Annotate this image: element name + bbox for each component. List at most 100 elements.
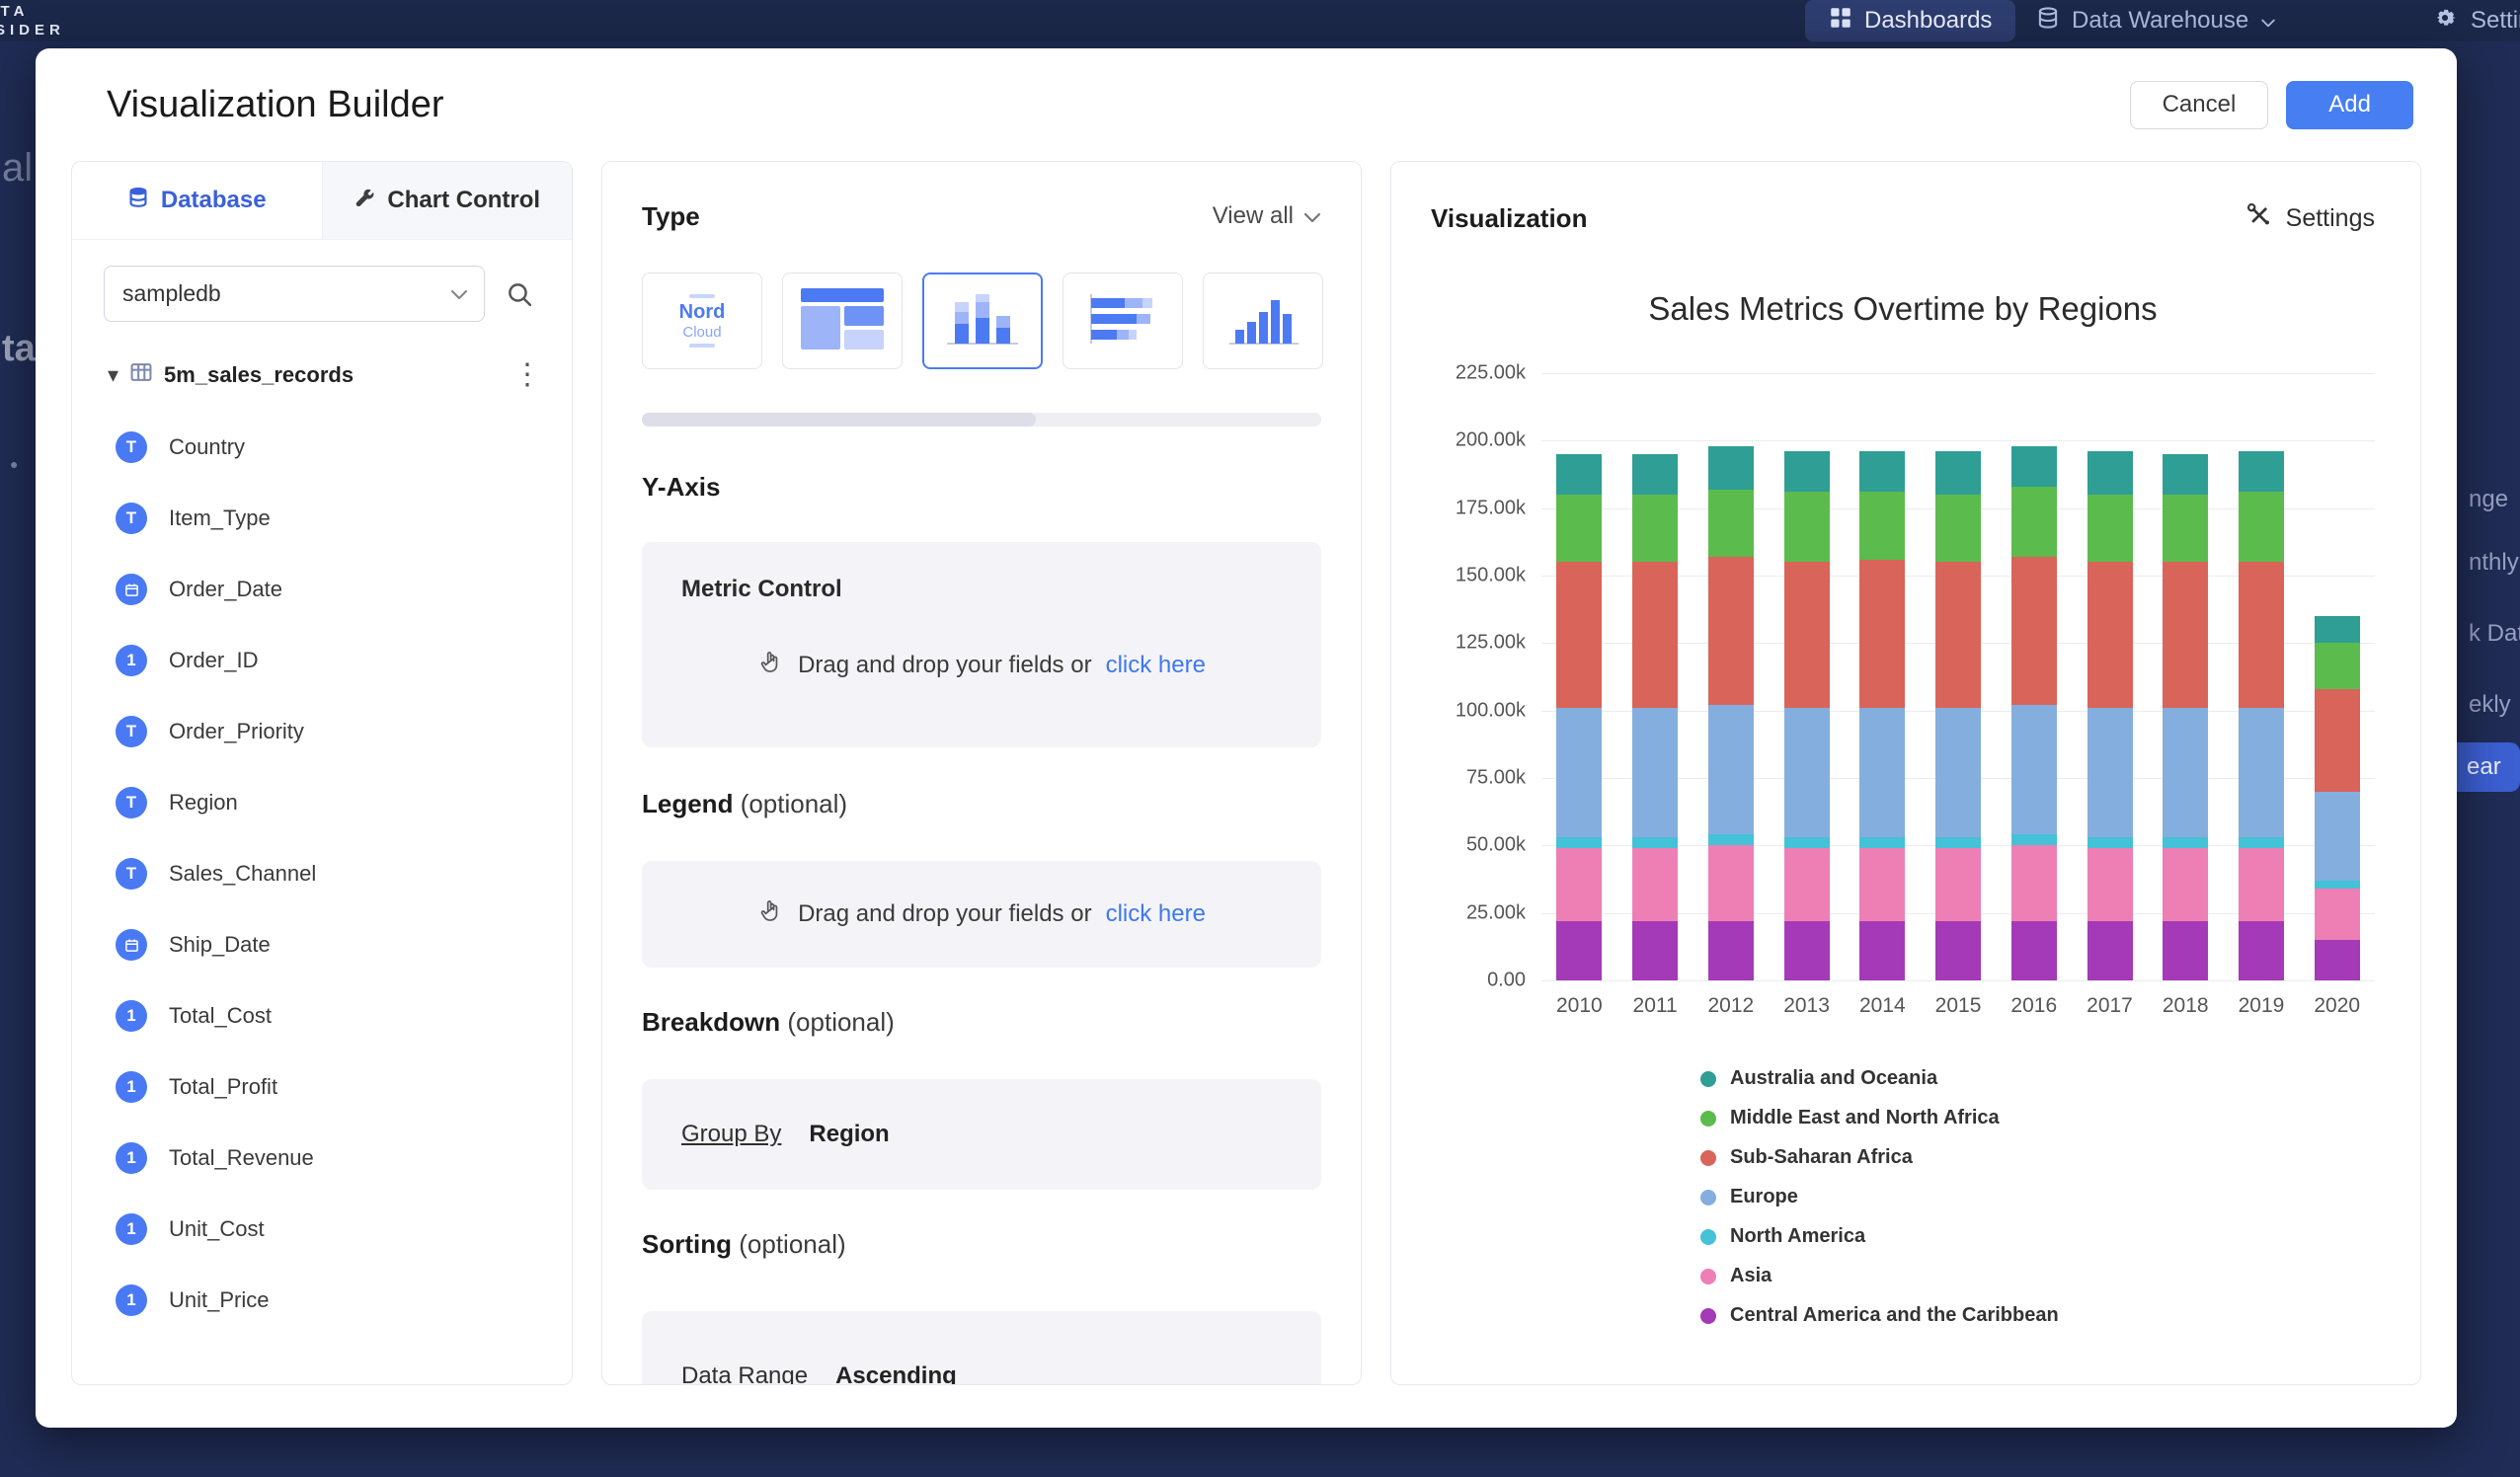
field-label: Total_Cost — [169, 1003, 272, 1029]
sort-direction-value: Ascending — [835, 1362, 957, 1385]
field-row[interactable]: 1 Order_ID — [72, 625, 572, 696]
sort-field-link[interactable]: Data Range — [681, 1362, 808, 1385]
sorting-heading: Sorting (optional) — [642, 1229, 1321, 1260]
tab-database[interactable]: Database — [72, 162, 322, 239]
bar-segment — [2163, 454, 2208, 495]
legend-item[interactable]: Asia — [1700, 1265, 2375, 1287]
bar-segment — [1784, 708, 1830, 837]
bar-segment — [1784, 562, 1830, 708]
background-text-fragment: nthly — [2469, 549, 2519, 577]
field-type-icon: T — [116, 431, 147, 463]
legend-label: Middle East and North Africa — [1730, 1107, 2000, 1129]
field-label: Item_Type — [169, 505, 271, 531]
bar-segment — [1632, 837, 1678, 848]
bar-slot — [1617, 373, 1693, 980]
bar-segment — [1859, 837, 1905, 848]
legend-item[interactable]: Sub-Saharan Africa — [1700, 1146, 2375, 1169]
tab-chart-control[interactable]: Chart Control — [322, 162, 573, 239]
x-tick-label: 2014 — [1845, 994, 1921, 1018]
metric-control-dropzone[interactable]: Metric Control Drag and drop your fields… — [642, 542, 1321, 747]
background-text-fragment: ta — [2, 328, 36, 370]
chart-type-column[interactable] — [1203, 272, 1323, 369]
field-row[interactable]: 1 Total_Cost — [72, 980, 572, 1051]
stacked-bar — [1632, 454, 1678, 980]
wrench-icon — [354, 187, 375, 215]
view-all-label: View all — [1213, 202, 1294, 230]
bar-segment — [1708, 845, 1754, 921]
stacked-bar — [1784, 451, 1830, 980]
field-label: Order_ID — [169, 648, 258, 673]
field-row[interactable]: T Order_Priority — [72, 696, 572, 767]
legend-dot — [1700, 1308, 1716, 1324]
sorting-optional-label: (optional) — [739, 1229, 845, 1259]
bar-segment — [1859, 451, 1905, 492]
field-type-icon: T — [116, 858, 147, 890]
bar-segment — [2087, 451, 2133, 495]
sorting-heading-label: Sorting — [642, 1229, 732, 1259]
nav-item-data-warehouse[interactable]: Data Warehouse — [2036, 0, 2276, 41]
nav-item-dashboards[interactable]: Dashboards — [1805, 0, 2015, 41]
caret-down-icon[interactable]: ▾ — [108, 364, 118, 386]
legend-dot — [1700, 1269, 1716, 1284]
field-row[interactable]: T Item_Type — [72, 483, 572, 554]
background-partial-button[interactable]: ear — [2457, 742, 2520, 792]
y-tick-label: 125.00k — [1456, 632, 1526, 655]
bar-segment — [1935, 562, 1981, 708]
bar-segment — [1859, 492, 1905, 559]
group-by-link[interactable]: Group By — [681, 1121, 781, 1148]
table-icon — [130, 361, 152, 388]
cancel-button[interactable]: Cancel — [2130, 81, 2269, 129]
nav-item-settings[interactable]: Settings — [2431, 0, 2520, 41]
click-here-link[interactable]: click here — [1106, 652, 1206, 679]
field-row[interactable]: 1 Total_Revenue — [72, 1123, 572, 1194]
view-all-button[interactable]: View all — [1213, 202, 1321, 230]
field-row[interactable]: T Country — [72, 412, 572, 483]
bar-segment — [1632, 454, 1678, 495]
legend-dropzone[interactable]: Drag and drop your fields or click here — [642, 861, 1321, 968]
legend-item[interactable]: Europe — [1700, 1186, 2375, 1208]
field-label: Country — [169, 434, 245, 460]
click-here-link[interactable]: click here — [1106, 900, 1206, 928]
chart-type-stacked-column[interactable] — [922, 272, 1043, 369]
legend-dot — [1700, 1111, 1716, 1127]
field-type-icon: 1 — [116, 1213, 147, 1245]
chart-type-treemap[interactable] — [782, 272, 903, 369]
field-row[interactable]: Order_Date — [72, 554, 572, 625]
stacked-bar — [2163, 454, 2208, 980]
legend-item[interactable]: Australia and Oceania — [1700, 1067, 2375, 1090]
search-icon[interactable] — [499, 273, 540, 315]
table-name: 5m_sales_records — [164, 362, 354, 388]
field-row[interactable]: T Region — [72, 767, 572, 838]
legend-heading-label: Legend — [642, 789, 733, 818]
word-cloud-word: Nord — [679, 301, 726, 324]
field-row[interactable]: 1 Unit_Cost — [72, 1194, 572, 1265]
settings-button[interactable]: Settings — [2244, 200, 2375, 237]
field-label: Region — [169, 790, 238, 816]
bar-segment — [1556, 921, 1602, 980]
field-row[interactable]: 1 Unit_Price — [72, 1265, 572, 1336]
field-row[interactable]: Ship_Date — [72, 909, 572, 980]
sorting-field-row[interactable]: Data Range Ascending — [642, 1311, 1321, 1385]
y-tick-label: 50.00k — [1466, 834, 1526, 857]
bar-segment — [1556, 837, 1602, 848]
breakdown-field-row[interactable]: Group By Region — [642, 1079, 1321, 1190]
logo-line2: INSIDER — [0, 22, 65, 40]
legend-item[interactable]: North America — [1700, 1225, 2375, 1248]
add-button[interactable]: Add — [2286, 81, 2413, 129]
drag-hand-icon — [757, 649, 784, 682]
breakdown-optional-label: (optional) — [787, 1007, 894, 1037]
type-scrollbar-thumb[interactable] — [642, 413, 1036, 427]
type-scrollbar-track[interactable] — [642, 413, 1321, 427]
kebab-menu-icon[interactable]: ⋮ — [512, 363, 542, 387]
legend-item[interactable]: Central America and the Caribbean — [1700, 1304, 2375, 1327]
chart-type-stacked-bar[interactable] — [1063, 272, 1183, 369]
datasource-select[interactable]: sampledb — [104, 266, 485, 322]
chart-type-word-cloud[interactable]: Nord Cloud — [642, 272, 762, 369]
field-row[interactable]: 1 Total_Profit — [72, 1051, 572, 1123]
field-row[interactable]: T Sales_Channel — [72, 838, 572, 909]
x-tick-label: 2018 — [2148, 994, 2224, 1018]
bar-segment — [2239, 708, 2284, 837]
bar-segment — [1708, 446, 1754, 490]
panel-tabs: Database Chart Control — [72, 162, 572, 240]
legend-item[interactable]: Middle East and North Africa — [1700, 1107, 2375, 1129]
